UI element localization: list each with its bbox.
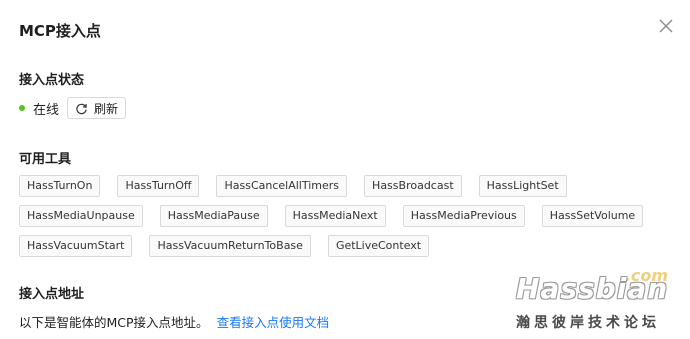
tool-row: HassMediaUnpause HassMediaPause HassMedi… <box>19 205 659 227</box>
status-heading: 接入点状态 <box>19 73 85 88</box>
tools-heading: 可用工具 <box>19 152 72 167</box>
tool-tag: HassTurnOn <box>19 175 101 197</box>
refresh-label: 刷新 <box>94 101 119 116</box>
tool-tag: HassSetVolume <box>541 205 644 227</box>
watermark-subtitle: 瀚思彼岸技术论坛 <box>516 315 660 331</box>
endpoint-heading: 接入点地址 <box>19 287 85 302</box>
tool-tag: HassTurnOff <box>117 175 200 197</box>
doc-link[interactable]: 查看接入点使用文档 <box>217 315 330 330</box>
close-icon[interactable] <box>656 16 676 36</box>
tool-tag: HassMediaPrevious <box>402 205 525 227</box>
tool-tag: HassCancelAllTimers <box>216 175 348 197</box>
watermark-brand: Hassbian <box>516 272 669 305</box>
watermark-logo: .com Hassbian 瀚思彼岸技术论坛 <box>512 266 682 336</box>
tool-tag: HassBroadcast <box>364 175 462 197</box>
tool-tag: GetLiveContext <box>327 235 430 257</box>
tool-tag: HassLightSet <box>478 175 567 197</box>
tool-row: HassTurnOn HassTurnOff HassCancelAllTime… <box>19 175 659 197</box>
tool-tag: HassMediaPause <box>159 205 268 227</box>
status-indicator <box>19 105 25 111</box>
refresh-button[interactable]: 刷新 <box>67 97 127 119</box>
mcp-endpoint-dialog: MCP接入点 接入点状态 在线 刷新 可用工具 HassTurnOn HassT… <box>0 0 690 339</box>
tool-tag: HassMediaNext <box>284 205 386 227</box>
status-text: 在线 <box>33 102 60 118</box>
tool-tag: HassMediaUnpause <box>19 205 143 227</box>
tool-row: HassVacuumStart HassVacuumReturnToBase G… <box>19 235 659 257</box>
dialog-title: MCP接入点 <box>19 22 101 40</box>
refresh-icon <box>76 103 87 114</box>
tool-tag: HassVacuumReturnToBase <box>149 235 311 257</box>
endpoint-description: 以下是智能体的MCP接入点地址。 查看接入点使用文档 <box>19 312 329 331</box>
tool-list: HassTurnOn HassTurnOff HassCancelAllTime… <box>19 175 659 265</box>
tool-tag: HassVacuumStart <box>19 235 133 257</box>
status-row: 在线 刷新 <box>19 96 127 120</box>
endpoint-description-text: 以下是智能体的MCP接入点地址。 <box>19 315 209 330</box>
